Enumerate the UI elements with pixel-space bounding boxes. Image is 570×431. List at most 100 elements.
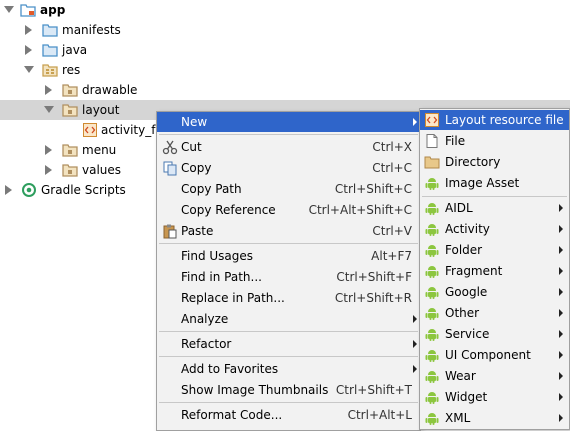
menu-item-reformat-code[interactable]: Reformat Code... Ctrl+Alt+L — [157, 405, 420, 425]
copy-icon — [163, 161, 177, 176]
menu-separator — [159, 243, 418, 244]
android-icon — [425, 203, 439, 215]
menu-separator — [159, 356, 418, 357]
submenu-arrow-icon — [413, 365, 417, 373]
submenu-item-wear[interactable]: Wear — [420, 366, 569, 386]
submenu-item-activity[interactable]: Activity — [420, 219, 569, 239]
android-icon — [425, 413, 439, 425]
submenu-arrow-icon — [559, 372, 563, 380]
collapse-arrow-icon[interactable] — [45, 145, 52, 155]
submenu-item-layout-resource-file[interactable]: Layout resource file — [420, 110, 569, 130]
submenu-item-service[interactable]: Service — [420, 324, 569, 344]
new-submenu: Layout resource file File Directory Imag… — [419, 108, 570, 430]
submenu-arrow-icon — [413, 118, 417, 126]
submenu-item-ui-component[interactable]: UI Component — [420, 345, 569, 365]
submenu-arrow-icon — [559, 246, 563, 254]
android-icon — [425, 287, 439, 299]
submenu-item-google[interactable]: Google — [420, 282, 569, 302]
context-menu: New Cut Ctrl+X Copy Ctrl+C Copy Path Ctr… — [156, 111, 421, 431]
menu-item-copy-reference[interactable]: Copy Reference Ctrl+Alt+Shift+C — [157, 200, 420, 220]
menu-item-paste[interactable]: Paste Ctrl+V — [157, 221, 420, 241]
menu-item-refactor[interactable]: Refactor — [157, 334, 420, 354]
android-icon — [425, 308, 439, 320]
expand-arrow-icon[interactable] — [4, 6, 14, 13]
tree-label: java — [62, 43, 88, 57]
collapse-arrow-icon[interactable] — [25, 25, 32, 35]
gradle-icon — [22, 183, 36, 197]
submenu-arrow-icon — [559, 414, 563, 422]
submenu-arrow-icon — [559, 330, 563, 338]
submenu-item-widget[interactable]: Widget — [420, 387, 569, 407]
submenu-item-xml[interactable]: XML — [420, 408, 569, 428]
menu-separator — [159, 134, 418, 135]
folder-icon — [424, 156, 440, 169]
submenu-arrow-icon — [559, 225, 563, 233]
submenu-arrow-icon — [559, 309, 563, 317]
submenu-item-other[interactable]: Other — [420, 303, 569, 323]
layout-xml-file-icon — [83, 123, 97, 137]
android-icon — [425, 224, 439, 236]
tree-node-app[interactable]: app — [0, 0, 570, 20]
menu-separator — [422, 196, 567, 197]
android-icon — [425, 350, 439, 362]
folder-icon — [62, 104, 78, 117]
menu-item-find-in-path[interactable]: Find in Path... Ctrl+Shift+F — [157, 267, 420, 287]
android-icon — [425, 329, 439, 341]
tree-label: values — [82, 163, 122, 177]
android-icon — [425, 178, 439, 190]
menu-item-find-usages[interactable]: Find Usages Alt+F7 — [157, 246, 420, 266]
menu-item-new[interactable]: New — [157, 112, 420, 132]
android-icon — [425, 245, 439, 257]
scissors-icon — [162, 140, 178, 155]
menu-item-replace-in-path[interactable]: Replace in Path... Ctrl+Shift+R — [157, 288, 420, 308]
resource-folder-icon — [42, 64, 58, 77]
tree-node-java[interactable]: java — [0, 40, 570, 60]
tree-label: menu — [82, 143, 117, 157]
tree-label: layout — [82, 103, 120, 117]
collapse-arrow-icon[interactable] — [5, 185, 12, 195]
menu-item-cut[interactable]: Cut Ctrl+X — [157, 137, 420, 157]
tree-label: app — [40, 3, 66, 17]
collapse-arrow-icon[interactable] — [45, 165, 52, 175]
menu-separator — [159, 402, 418, 403]
module-folder-icon — [20, 4, 36, 17]
expand-arrow-icon[interactable] — [44, 106, 54, 113]
folder-icon — [62, 144, 78, 157]
collapse-arrow-icon[interactable] — [25, 45, 32, 55]
paste-icon — [163, 224, 177, 239]
submenu-item-aidl[interactable]: AIDL — [420, 198, 569, 218]
submenu-item-image-asset[interactable]: Image Asset — [420, 173, 569, 193]
menu-item-analyze[interactable]: Analyze — [157, 309, 420, 329]
layout-xml-file-icon — [425, 113, 439, 127]
submenu-arrow-icon — [559, 393, 563, 401]
submenu-item-folder[interactable]: Folder — [420, 240, 569, 260]
submenu-item-fragment[interactable]: Fragment — [420, 261, 569, 281]
tree-label: drawable — [82, 83, 138, 97]
menu-separator — [159, 331, 418, 332]
tree-label: res — [62, 63, 81, 77]
menu-item-add-to-favorites[interactable]: Add to Favorites — [157, 359, 420, 379]
android-icon — [425, 266, 439, 278]
submenu-item-directory[interactable]: Directory — [420, 152, 569, 172]
menu-item-copy-path[interactable]: Copy Path Ctrl+Shift+C — [157, 179, 420, 199]
folder-icon — [62, 164, 78, 177]
folder-icon — [42, 24, 58, 37]
tree-label: Gradle Scripts — [41, 183, 126, 197]
submenu-item-file[interactable]: File — [420, 131, 569, 151]
folder-icon — [42, 44, 58, 57]
submenu-arrow-icon — [559, 204, 563, 212]
menu-item-show-image-thumbnails[interactable]: Show Image Thumbnails Ctrl+Shift+T — [157, 380, 420, 400]
collapse-arrow-icon[interactable] — [45, 85, 52, 95]
file-icon — [426, 134, 438, 148]
android-icon — [425, 392, 439, 404]
submenu-arrow-icon — [559, 267, 563, 275]
submenu-arrow-icon — [559, 351, 563, 359]
tree-node-drawable[interactable]: drawable — [0, 80, 570, 100]
tree-node-manifests[interactable]: manifests — [0, 20, 570, 40]
folder-icon — [62, 84, 78, 97]
tree-label: manifests — [62, 23, 121, 37]
menu-item-copy[interactable]: Copy Ctrl+C — [157, 158, 420, 178]
expand-arrow-icon[interactable] — [24, 66, 34, 73]
submenu-arrow-icon — [413, 315, 417, 323]
tree-node-res[interactable]: res — [0, 60, 570, 80]
